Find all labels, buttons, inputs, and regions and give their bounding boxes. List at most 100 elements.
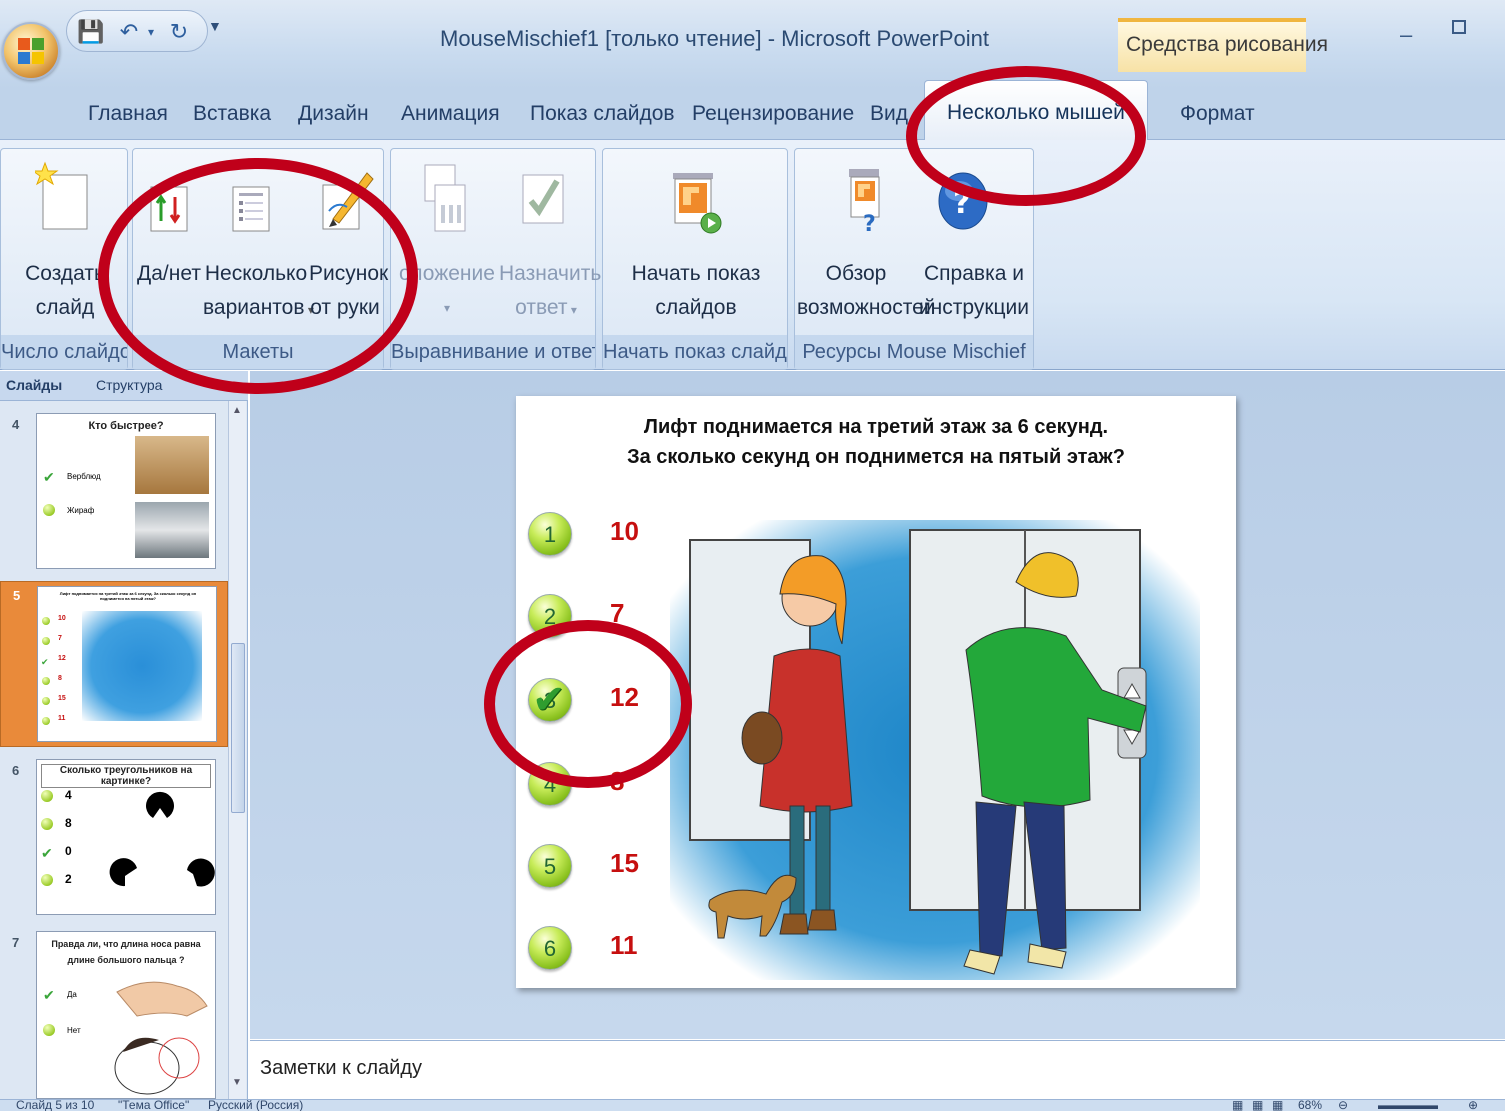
assign-answer-label-2: ответ — [515, 296, 568, 319]
start-slideshow-icon — [673, 173, 722, 234]
help-label-2: инструкции — [918, 296, 1030, 319]
slide-number: 5 — [13, 588, 21, 603]
office-button[interactable] — [2, 22, 60, 80]
view-slideshow-icon[interactable]: ▦ — [1272, 1100, 1283, 1111]
tab-slideshow[interactable]: Показ слайдов — [530, 102, 675, 126]
start-slideshow-label-1: Начать показ — [631, 262, 761, 285]
slide-thumbnail-row[interactable]: 7 Правда ли, что длина носа равна длине … — [0, 927, 228, 1099]
zoom-slider[interactable]: ▬▬▬▬▬ — [1378, 1100, 1438, 1111]
answer-ball-icon — [42, 637, 50, 645]
theme-name[interactable]: "Тема Office" — [118, 1100, 189, 1111]
group-label-alignment-answers: Выравнивание и ответы — [391, 335, 595, 369]
thumb-answer: 2 — [65, 872, 72, 886]
customize-qat-icon[interactable]: ▼ — [208, 18, 222, 34]
group-start-slideshow: Начать показ слайдов Начать показ слайдо… — [602, 148, 788, 370]
tab-outline[interactable]: Структура — [96, 377, 162, 393]
answer-number-ball-icon: 5 — [528, 844, 572, 888]
pacman-triangle-image — [109, 791, 215, 887]
group-label-slide-count: Число слайдов — [1, 335, 127, 369]
tab-view[interactable]: Вид — [870, 102, 908, 126]
overview-label-2: возможностей — [797, 296, 936, 319]
slide-counter: Слайд 5 из 10 — [16, 1099, 95, 1111]
view-sorter-icon[interactable]: ▦ — [1252, 1100, 1263, 1111]
notes-pane[interactable]: Заметки к слайду — [250, 1040, 1505, 1099]
redo-icon[interactable]: ↻ — [165, 17, 193, 47]
save-icon[interactable]: 💾 — [77, 17, 105, 47]
slide-title-line-1: Лифт поднимается на третий этаж за 6 сек… — [643, 416, 1109, 438]
answer-ball-icon — [43, 1024, 55, 1036]
notes-placeholder[interactable]: Заметки к слайду — [260, 1057, 422, 1080]
scrollbar-thumb[interactable] — [231, 643, 245, 813]
svg-text:?: ? — [863, 212, 876, 237]
slide-title-line-2: За сколько секунд он поднимется на пятый… — [627, 446, 1125, 468]
slide-thumbnail[interactable]: Правда ли, что длина носа равна длине бо… — [36, 931, 216, 1099]
thumb-answer: 8 — [65, 816, 72, 830]
slide-number: 6 — [12, 763, 20, 778]
zoom-in-icon[interactable]: ⊕ — [1468, 1100, 1478, 1111]
camel-image — [135, 436, 209, 494]
answer-ball-icon — [42, 617, 50, 625]
slide-thumbnail[interactable]: Кто быстрее? ✔ Верблюд Жираф — [36, 413, 216, 569]
answer-ball-icon — [41, 874, 53, 886]
slides-pane-scrollbar[interactable]: ▲ ▼ — [228, 401, 246, 1099]
elevator-illustration-image — [82, 611, 202, 721]
answer-value: 11 — [610, 930, 638, 960]
slide-thumbnail-row[interactable]: 4 Кто быстрее? ✔ Верблюд Жираф — [0, 409, 228, 575]
thumb-answer: Да — [67, 990, 77, 999]
slides-pane: Слайды Структура x 4 Кто быстрее? ✔ Верб… — [0, 371, 248, 1099]
thumb-answer: 11 — [58, 715, 66, 722]
slide-editing-area[interactable]: Лифт поднимается на третий этаж за 6 сек… — [250, 371, 1505, 1039]
slide-thumbnail[interactable]: Сколько треугольников на картинке? 4 8 ✔… — [36, 759, 216, 915]
thumb-answer: Нет — [67, 1026, 81, 1035]
scroll-down-icon[interactable]: ▼ — [232, 1077, 242, 1088]
chevron-down-icon: ▾ — [567, 303, 577, 317]
highlight-ellipse-tab — [906, 66, 1146, 206]
tab-slides[interactable]: Слайды — [6, 377, 62, 393]
position-icon — [424, 164, 466, 232]
zoom-level[interactable]: 68% — [1298, 1100, 1322, 1111]
group-alignment-answers: оложение ▾ Назначить ответ ▾ Выравнивани… — [390, 148, 602, 370]
answer-option[interactable]: 5 15 — [528, 844, 648, 892]
thumb-answer: 7 — [58, 635, 62, 642]
title-bar: 💾 ↶ ▾ ↻ ▼ MouseMischief1 [только чтение]… — [0, 0, 1505, 88]
answer-ball-icon — [42, 677, 50, 685]
assign-answer-button[interactable]: Назначить ответ ▾ — [499, 257, 602, 327]
tab-design[interactable]: Дизайн — [298, 102, 369, 126]
tab-home[interactable]: Главная — [88, 102, 168, 126]
thumb-answer: 0 — [65, 844, 72, 858]
tab-animation[interactable]: Анимация — [401, 102, 500, 126]
assign-answer-icon — [522, 174, 564, 224]
scroll-up-icon[interactable]: ▲ — [232, 405, 242, 416]
group-label-start-slideshow: Начать показ слайдов — [603, 335, 787, 369]
window-title: MouseMischief1 [только чтение] - Microso… — [440, 26, 989, 51]
check-icon: ✔ — [41, 845, 53, 861]
thumb-answer: Верблюд — [67, 472, 101, 481]
slide-thumbnail-row[interactable]: 6 Сколько треугольников на картинке? 4 8… — [0, 755, 228, 921]
tab-review[interactable]: Рецензирование — [692, 102, 854, 126]
thumb-answer: Жираф — [67, 506, 95, 515]
slide-title[interactable]: Лифт поднимается на третий этаж за 6 сек… — [596, 412, 1156, 472]
minimize-button[interactable]: – — [1400, 22, 1412, 48]
tab-format[interactable]: Формат — [1180, 102, 1255, 126]
quick-access-toolbar: 💾 ↶ ▾ ↻ — [66, 10, 208, 52]
elevator-illustration-image[interactable] — [670, 520, 1200, 980]
answer-value: 15 — [610, 848, 639, 878]
language-indicator[interactable]: Русский (Россия) — [208, 1100, 303, 1111]
zoom-out-icon[interactable]: ⊖ — [1338, 1100, 1348, 1111]
overview-button[interactable]: Обзор возможностей — [797, 257, 936, 325]
tab-insert[interactable]: Вставка — [193, 102, 271, 126]
view-normal-icon[interactable]: ▦ — [1232, 1100, 1243, 1111]
assign-answer-label-1: Назначить — [499, 262, 602, 285]
new-slide-icon — [35, 161, 88, 230]
slide-thumbnail[interactable]: Лифт поднимается на третий этаж за 6 сек… — [37, 586, 217, 742]
status-bar: Слайд 5 из 10 "Тема Office" Русский (Рос… — [0, 1099, 1505, 1111]
restore-button[interactable] — [1452, 20, 1466, 34]
answer-option[interactable]: 1 10 — [528, 512, 648, 560]
help-instructions-button[interactable]: Справка и инструкции — [915, 257, 1033, 325]
undo-dropdown-icon[interactable]: ▾ — [137, 17, 165, 47]
answer-number-ball-icon: 6 — [528, 926, 572, 970]
answer-option[interactable]: 6 11 — [528, 926, 648, 974]
thumb-title: Лифт поднимается на третий этаж за 6 сек… — [59, 591, 197, 601]
slide-thumbnail-row-selected[interactable]: 5 Лифт поднимается на третий этаж за 6 с… — [0, 581, 228, 747]
start-slideshow-button[interactable]: Начать показ слайдов — [603, 257, 789, 325]
